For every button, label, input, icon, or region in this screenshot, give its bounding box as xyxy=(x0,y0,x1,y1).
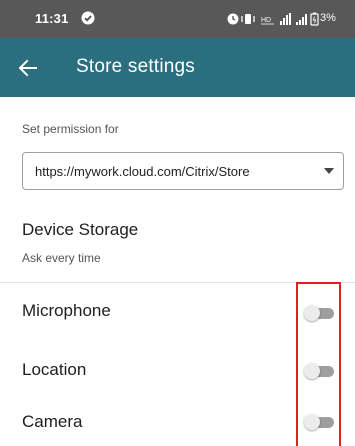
microphone-label: Microphone xyxy=(22,301,111,320)
permission-label: Set permission for xyxy=(22,122,119,136)
page-title: Store settings xyxy=(76,56,195,77)
back-arrow-icon[interactable] xyxy=(16,56,40,80)
app-status-icon xyxy=(81,11,95,25)
dropdown-arrow-icon xyxy=(324,168,334,174)
device-storage-subtitle: Ask every time xyxy=(22,251,101,265)
wifi-signal-icon xyxy=(280,13,291,25)
volte-icon: HD xyxy=(261,17,274,25)
cell-signal-icon xyxy=(296,14,307,25)
toggle-highlight-box xyxy=(296,282,341,446)
status-time: 11:31 xyxy=(35,11,69,26)
svg-text:HD: HD xyxy=(261,17,271,24)
app-bar: Store settings xyxy=(0,38,355,97)
store-url-dropdown[interactable]: https://mywork.cloud.com/Citrix/Store xyxy=(22,152,344,190)
store-url-value: https://mywork.cloud.com/Citrix/Store xyxy=(35,164,250,179)
vibrate-icon xyxy=(241,14,255,24)
battery-icon xyxy=(310,12,319,26)
battery-percentage: 3% xyxy=(320,12,336,24)
device-storage-title[interactable]: Device Storage xyxy=(22,220,138,240)
camera-label: Camera xyxy=(22,412,83,431)
status-bar: 11:31 HD 3% xyxy=(0,0,355,38)
location-label: Location xyxy=(22,360,87,379)
alarm-icon xyxy=(227,13,239,25)
